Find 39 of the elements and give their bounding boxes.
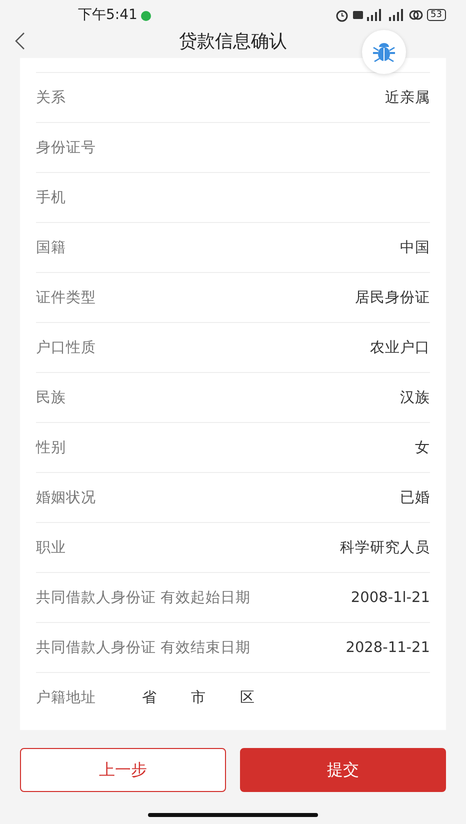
submit-button[interactable]: 提交 [240,748,446,792]
field-label: 性别 [36,439,66,457]
battery-level: 53 [426,9,446,21]
field-label: 户口性质 [36,339,96,357]
field-value: 已婚 [400,489,430,507]
debug-button[interactable] [362,30,406,74]
field-label: 婚姻状况 [36,489,96,507]
chevron-left-icon [15,32,25,50]
field-label: 共同借款人身份证 有效起始日期 [36,589,251,607]
field-value: 2008-1l-21 [350,590,430,606]
field-label: 身份证号 [36,139,96,157]
field-value: 汉族 [400,389,430,407]
field-value: 科学研究人员 [340,539,430,557]
field-value: 农业户口 [370,339,430,357]
status-time: 下午5:41 [78,6,138,24]
field-value: 女 [415,439,430,457]
notification-dot-icon [141,11,152,21]
field-value: 2028-11-21 [346,640,430,656]
alarm-icon [334,8,349,22]
address-part: 省 [142,689,157,707]
field-label: 关系 [36,89,66,107]
page-title: 贷款信息确认 [179,30,287,53]
field-label: 国籍 [36,239,66,257]
signal-icon [386,9,405,21]
field-label: 户籍地址 [36,689,96,707]
previous-step-button[interactable]: 上一步 [20,748,226,792]
field-label: 手机 [36,188,66,207]
field-label: 证件类型 [36,289,96,307]
field-value: 居民身份证 [355,289,430,307]
field-value: 近亲属 [385,88,430,107]
field-label: 职业 [36,539,66,557]
link-icon [408,9,423,21]
field-value: 中国 [400,239,430,257]
address-part: 区 [240,689,255,707]
signal-icon [352,9,383,21]
bug-icon [372,40,396,64]
field-label: 民族 [36,389,66,407]
field-label: 共同借款人身份证 有效结束日期 [36,639,251,657]
address-part: 市 [191,688,206,707]
